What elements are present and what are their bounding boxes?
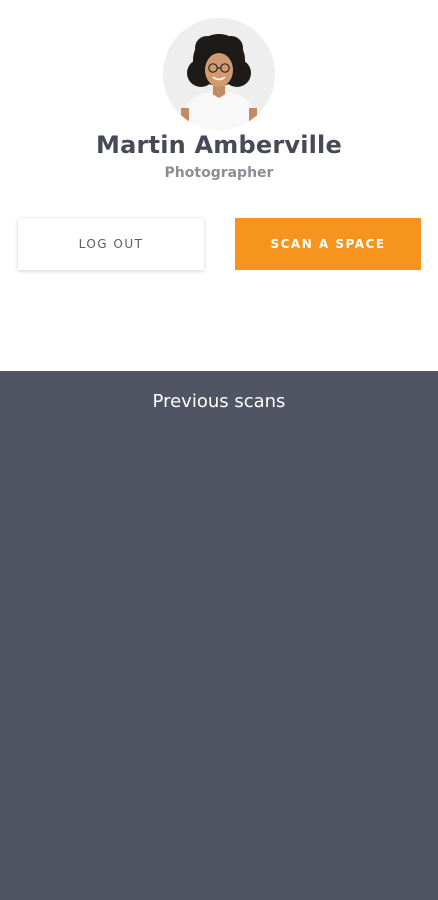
user-name: Martin Amberville xyxy=(96,131,342,159)
profile-header: Martin Amberville Photographer LOG OUT S… xyxy=(0,0,438,371)
scan-a-space-button[interactable]: SCAN A SPACE xyxy=(235,218,421,270)
previous-scans-section: Previous scans xyxy=(0,371,438,900)
scan-button-label: SCAN A SPACE xyxy=(270,237,386,251)
avatar xyxy=(163,18,275,130)
logout-button-label: LOG OUT xyxy=(78,237,144,251)
user-role: Photographer xyxy=(164,165,274,181)
previous-scans-title: Previous scans xyxy=(152,391,286,412)
avatar-photo-icon xyxy=(163,18,275,130)
logout-button[interactable]: LOG OUT xyxy=(18,218,204,270)
